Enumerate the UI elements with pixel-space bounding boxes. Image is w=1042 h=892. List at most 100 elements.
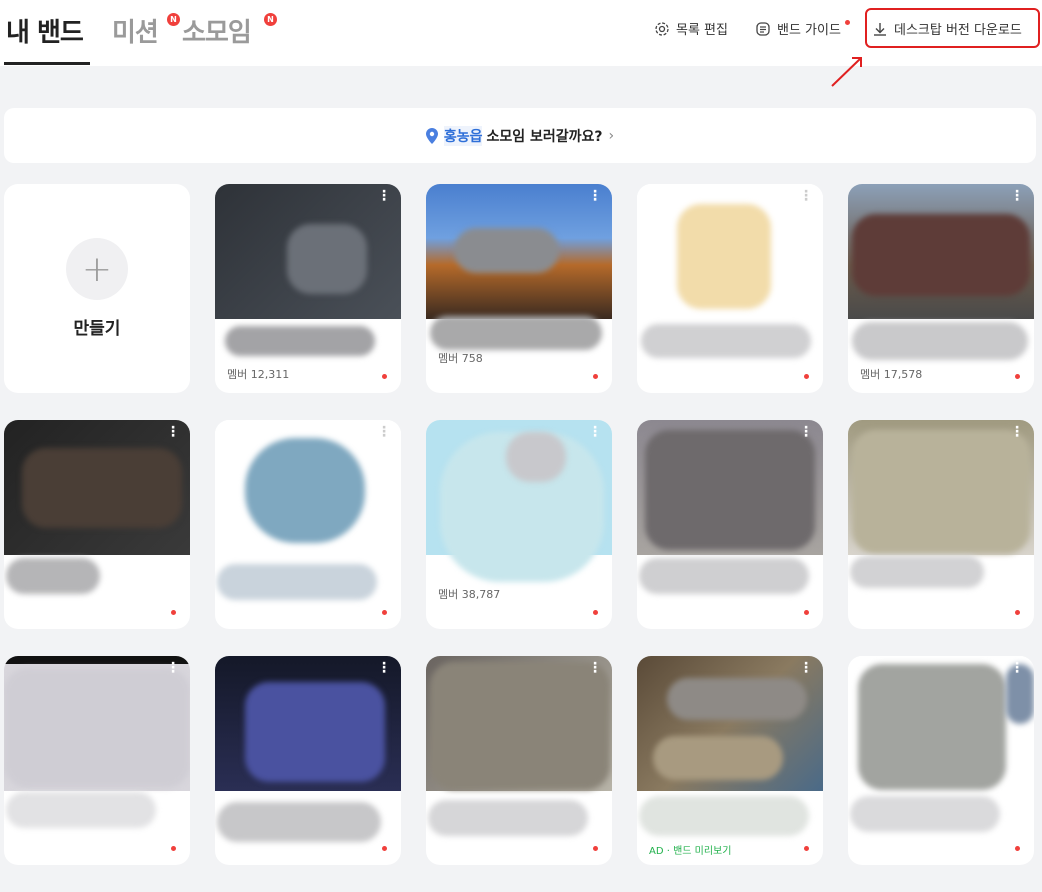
new-post-dot xyxy=(171,846,176,851)
blurred-title xyxy=(850,556,984,588)
tab-gatherings[interactable]: 소모임 xyxy=(182,12,252,49)
band-card[interactable]: ⋮ xyxy=(4,420,190,629)
more-options-icon[interactable]: ⋮ xyxy=(588,425,602,439)
tab-my-bands[interactable]: 내 밴드 xyxy=(6,12,84,49)
blurred-title xyxy=(430,316,602,350)
new-post-dot xyxy=(593,610,598,615)
more-options-icon[interactable]: ⋮ xyxy=(166,425,180,439)
blurred-region xyxy=(858,664,1006,790)
more-options-icon[interactable]: ⋮ xyxy=(377,661,391,675)
edit-list-button[interactable]: 목록 편집 xyxy=(654,19,728,38)
member-count: 멤버 17,578 xyxy=(860,368,923,381)
ad-label[interactable]: AD · 밴드 미리보기 xyxy=(649,842,731,857)
blurred-region xyxy=(653,736,783,780)
nearby-gatherings-banner[interactable]: 홍농읍 소모임 보러갈까요? › xyxy=(4,108,1036,163)
band-card[interactable]: ⋮ xyxy=(637,184,823,393)
more-options-icon[interactable]: ⋮ xyxy=(799,189,813,203)
more-options-icon[interactable]: ⋮ xyxy=(799,425,813,439)
more-options-icon[interactable]: ⋮ xyxy=(377,425,391,439)
member-count: 멤버 758 xyxy=(438,352,483,365)
more-options-icon[interactable]: ⋮ xyxy=(799,661,813,675)
band-guide-label: 밴드 가이드 xyxy=(777,23,841,38)
top-bar: 내 밴드 미션 N 소모임 N 목록 편집 밴드 가이드 데스크탑 버전 다운로… xyxy=(0,0,1042,66)
band-card[interactable]: ⋮ 멤버 17,578 xyxy=(848,184,1034,393)
blurred-title xyxy=(850,796,1000,832)
plus-icon: + xyxy=(66,238,128,300)
blurred-region xyxy=(245,438,365,543)
new-badge: N xyxy=(264,13,277,26)
band-guide-button[interactable]: 밴드 가이드 xyxy=(755,19,841,38)
new-post-dot xyxy=(382,846,387,851)
tab-missions[interactable]: 미션 xyxy=(112,12,159,49)
member-count: 멤버 38,787 xyxy=(438,588,501,601)
guide-icon xyxy=(756,21,770,36)
band-card[interactable]: ⋮ 멤버 12,311 xyxy=(215,184,401,393)
blurred-title xyxy=(639,558,809,594)
more-options-icon[interactable]: ⋮ xyxy=(588,661,602,675)
new-post-dot xyxy=(1015,374,1020,379)
new-badge: N xyxy=(167,13,180,26)
blurred-region xyxy=(645,430,815,550)
edit-list-label: 목록 편집 xyxy=(676,23,728,38)
blurred-title xyxy=(217,802,381,842)
active-tab-underline xyxy=(4,62,90,65)
blurred-region xyxy=(852,430,1030,554)
more-options-icon[interactable]: ⋮ xyxy=(1010,661,1024,675)
blurred-region xyxy=(506,432,566,482)
blurred-region xyxy=(245,682,385,782)
blurred-title xyxy=(217,564,377,600)
band-card[interactable]: ⋮ xyxy=(215,656,401,865)
new-post-dot xyxy=(171,610,176,615)
more-options-icon[interactable]: ⋮ xyxy=(166,661,180,675)
new-post-dot xyxy=(382,610,387,615)
gear-icon xyxy=(655,21,669,36)
desktop-download-label: 데스크탑 버전 다운로드 xyxy=(894,23,1022,38)
location-pin-icon xyxy=(425,127,438,144)
new-post-dot xyxy=(804,846,809,851)
blurred-region xyxy=(667,678,807,720)
more-options-icon[interactable]: ⋮ xyxy=(1010,425,1024,439)
location-name[interactable]: 홍농읍 xyxy=(443,125,483,146)
band-card[interactable]: ⋮ 멤버 38,787 xyxy=(426,420,612,629)
more-options-icon[interactable]: ⋮ xyxy=(1010,189,1024,203)
blurred-region xyxy=(852,214,1030,296)
more-options-icon[interactable]: ⋮ xyxy=(588,189,602,203)
blurred-region xyxy=(454,228,559,273)
blurred-region xyxy=(430,662,610,790)
blurred-region xyxy=(287,224,367,294)
band-card[interactable]: ⋮ xyxy=(848,656,1034,865)
create-band-label: 만들기 xyxy=(73,319,121,339)
desktop-download-button[interactable]: 데스크탑 버전 다운로드 xyxy=(872,19,1022,38)
new-post-dot xyxy=(1015,610,1020,615)
blurred-title xyxy=(641,324,811,358)
create-band-card[interactable]: + 만들기 xyxy=(4,184,190,393)
band-card[interactable]: ⋮ AD · 밴드 미리보기 xyxy=(637,656,823,865)
member-count: 멤버 12,311 xyxy=(227,368,290,381)
band-card[interactable]: ⋮ xyxy=(848,420,1034,629)
blurred-title xyxy=(639,796,809,836)
band-card[interactable]: ⋮ xyxy=(4,656,190,865)
new-post-dot xyxy=(1015,846,1020,851)
band-card[interactable]: ⋮ xyxy=(637,420,823,629)
new-post-dot xyxy=(593,374,598,379)
blurred-title xyxy=(852,322,1028,360)
banner-text: 소모임 보러갈까요? xyxy=(486,128,603,145)
blurred-title xyxy=(6,792,156,828)
new-post-dot xyxy=(382,374,387,379)
download-icon xyxy=(874,22,886,36)
blurred-title xyxy=(6,558,100,594)
band-card[interactable]: ⋮ xyxy=(215,420,401,629)
blurred-title xyxy=(225,326,375,356)
band-card[interactable]: ⋮ 멤버 758 xyxy=(426,184,612,393)
more-options-icon[interactable]: ⋮ xyxy=(377,189,391,203)
band-card[interactable]: ⋮ xyxy=(426,656,612,865)
notification-dot xyxy=(845,20,850,25)
new-post-dot xyxy=(593,846,598,851)
chevron-right-icon: › xyxy=(608,127,615,144)
blurred-region xyxy=(22,448,182,528)
annotation-arrow xyxy=(831,57,862,87)
blurred-title xyxy=(428,800,588,836)
blurred-region xyxy=(4,668,190,788)
new-post-dot xyxy=(804,610,809,615)
new-post-dot xyxy=(804,374,809,379)
